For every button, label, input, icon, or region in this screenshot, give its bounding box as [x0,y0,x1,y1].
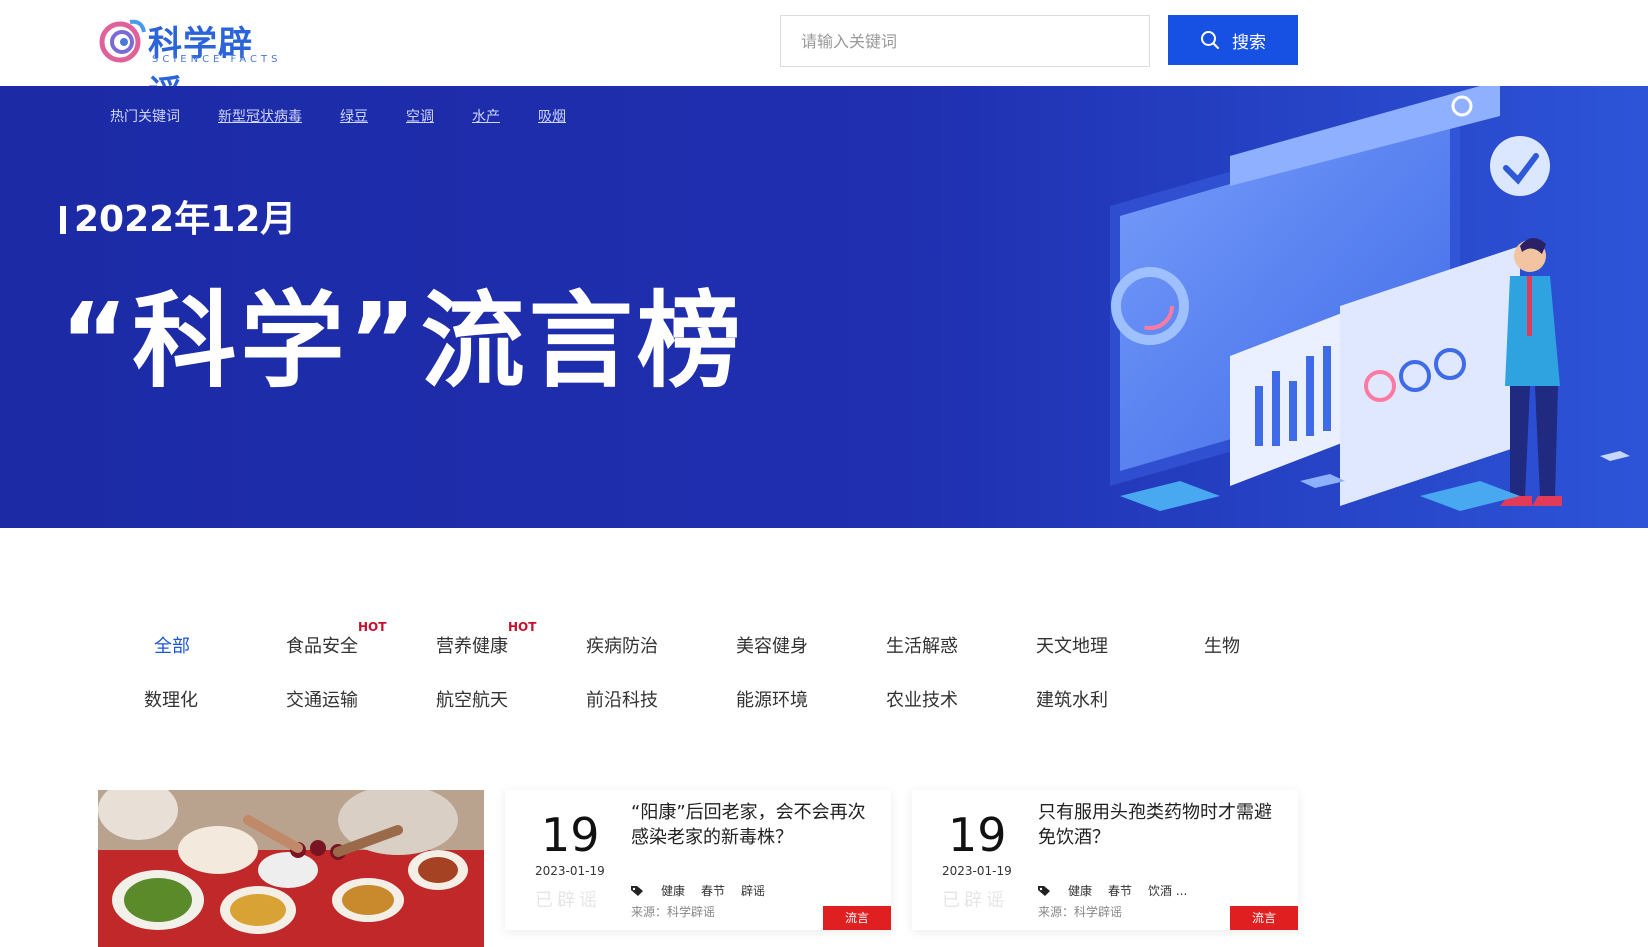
category-energy-env[interactable]: 能源环境 [736,686,808,712]
hero-banner[interactable]: 热门关键词 新型冠状病毒 绿豆 空调 水产 吸烟 2022年12月 “科学”流言… [0,86,1648,528]
site-logo[interactable]: 科学辟谣 SCIENCE FACTS [96,14,286,113]
card-tags: 健康 春节 饮酒 ... [1038,882,1187,899]
tags-icon [1038,885,1050,896]
hot-badge: HOT [358,620,387,634]
category-biology[interactable]: 生物 [1204,632,1240,658]
card-day: 19 [948,808,1007,862]
debunked-stamp: 已辟谣 [942,890,1008,911]
card-date: 2023-01-19 [535,864,605,878]
category-agriculture[interactable]: 农业技术 [886,686,958,712]
card-day: 19 [541,808,600,862]
search-button[interactable]: 搜索 [1168,15,1298,65]
featured-photo[interactable] [98,790,484,947]
category-frontier-tech[interactable]: 前沿科技 [586,686,658,712]
hot-keywords-label: 热门关键词 [110,109,180,125]
logo-mark-icon [99,19,146,63]
date-bar [60,206,66,234]
category-disease[interactable]: 疾病防治 [586,632,658,658]
card-title[interactable]: 只有服用头孢类药物时才需避免饮酒？ [1038,800,1288,850]
card-date: 2023-01-19 [942,864,1012,878]
hot-keyword-link[interactable]: 吸烟 [538,106,566,126]
card-title[interactable]: “阳康”后回老家，会不会再次感染老家的新毒株？ [631,800,881,850]
banner-date-text: 2022年12月 [74,199,297,240]
card-tag[interactable]: 饮酒 ... [1148,882,1187,899]
hot-keyword-link[interactable]: 空调 [406,106,434,126]
dinner-photo-image [98,790,484,947]
category-aerospace[interactable]: 航空航天 [436,686,508,712]
banner-date: 2022年12月 [60,190,296,242]
hot-keyword-link[interactable]: 绿豆 [340,106,368,126]
dashboard-illustration [1110,86,1630,511]
search-icon [1201,31,1220,50]
hot-keyword-link[interactable]: 新型冠状病毒 [218,106,302,126]
card-tag[interactable]: 春节 [701,882,725,899]
card-tag[interactable]: 健康 [661,882,685,899]
category-astro-geo[interactable]: 天文地理 [1036,632,1108,658]
card-tags: 健康 春节 辟谣 [631,882,765,899]
logo-subtitle: SCIENCE FACTS [152,54,282,65]
hot-badge: HOT [508,620,537,634]
card-tag[interactable]: 辟谣 [741,882,765,899]
hot-keyword-link[interactable]: 水产 [472,106,500,126]
search-input[interactable]: 请输入关键词 [780,15,1150,67]
rumor-badge: 流言 [823,906,891,930]
site-header: 科学辟谣 SCIENCE FACTS 请输入关键词 搜索 [0,0,1648,113]
rumor-card[interactable]: 19 2023-01-19 已辟谣 只有服用头孢类药物时才需避免饮酒？ 健康 春… [912,790,1298,930]
category-life[interactable]: 生活解惑 [886,632,958,658]
rumor-card[interactable]: 19 2023-01-19 已辟谣 “阳康”后回老家，会不会再次感染老家的新毒株… [505,790,891,930]
category-all[interactable]: 全部 [154,632,190,658]
card-tag[interactable]: 春节 [1108,882,1132,899]
category-nutrition[interactable]: 营养健康 [436,632,508,658]
card-source: 来源：科学辟谣 [631,905,716,919]
category-food-safety[interactable]: 食品安全 [286,632,358,658]
search-button-label: 搜索 [1232,32,1266,53]
rumor-badge: 流言 [1230,906,1298,930]
tags-icon [631,885,643,896]
card-source: 来源：科学辟谣 [1038,905,1123,919]
hot-keywords: 热门关键词 新型冠状病毒 绿豆 空调 水产 吸烟 [110,106,566,126]
card-tag[interactable]: 健康 [1068,882,1092,899]
debunked-stamp: 已辟谣 [535,890,601,911]
category-math-physics-chem[interactable]: 数理化 [144,686,198,712]
category-transport[interactable]: 交通运输 [286,686,358,712]
category-beauty-fitness[interactable]: 美容健身 [736,632,808,658]
category-construction[interactable]: 建筑水利 [1036,686,1108,712]
banner-title: “科学”流言榜 [60,280,745,402]
